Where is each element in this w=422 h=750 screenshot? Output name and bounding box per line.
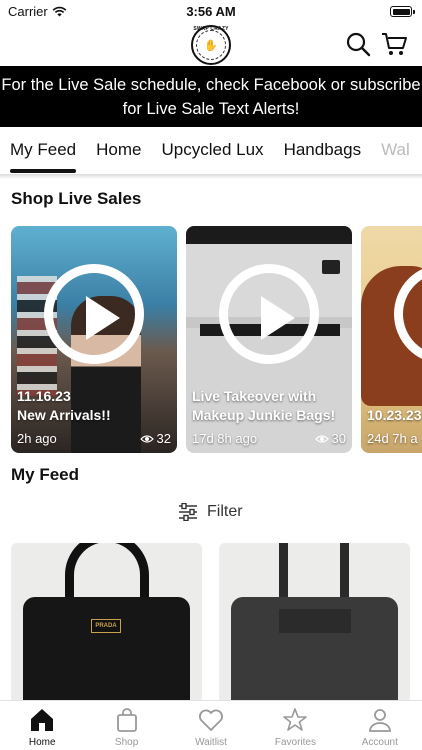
tab-upcycled-lux[interactable]: Upcycled Lux xyxy=(152,140,274,173)
heart-icon xyxy=(199,709,224,731)
live-sale-age: 24d 7h a xyxy=(367,431,418,446)
view-count-value: 30 xyxy=(331,431,346,446)
bag-graphic xyxy=(23,597,190,703)
tabbar-home[interactable]: Home xyxy=(0,701,84,750)
live-sales-carousel[interactable]: 11.16.23 New Arrivals!! 2h ago 32 Live T… xyxy=(11,226,422,453)
cart-icon[interactable] xyxy=(380,30,408,58)
tabbar-label: Waitlist xyxy=(195,737,227,748)
category-tabs: My Feed Home Upcycled Lux Handbags Wal xyxy=(0,127,422,175)
brand-plaque: PRADA xyxy=(91,619,121,633)
live-sale-meta: 2h ago 32 xyxy=(17,431,171,446)
live-sale-title: 11.16.23 New Arrivals!! xyxy=(17,387,171,425)
tabbar-label: Favorites xyxy=(274,737,316,748)
tabs-divider xyxy=(0,175,422,179)
bottom-tab-bar: Home Shop Waitlist Favorites Account xyxy=(0,700,422,750)
tabbar-account[interactable]: Account xyxy=(338,701,422,750)
tabbar-favorites[interactable]: Favorites xyxy=(253,701,337,750)
tabbar-label: Shop xyxy=(114,737,139,748)
filter-label: Filter xyxy=(207,503,243,520)
live-sale-meta: 24d 7h a xyxy=(367,431,422,446)
app-header: SWAP CRAZY ✋ xyxy=(0,24,422,66)
product-card[interactable] xyxy=(219,543,410,703)
status-bar: Carrier 3:56 AM xyxy=(0,0,422,24)
view-count: 32 xyxy=(139,431,171,446)
live-sale-card[interactable]: 11.16.23 New Arrivals!! 2h ago 32 xyxy=(11,226,177,453)
battery-icon xyxy=(390,6,415,17)
tab-my-feed[interactable]: My Feed xyxy=(0,140,86,173)
live-sale-title: Live Takeover with Makeup Junkie Bags! xyxy=(192,387,346,425)
logo-arc-text: SWAP CRAZY xyxy=(193,26,229,32)
bag-handle-graphic xyxy=(65,543,149,603)
live-sale-title-line1: Live Takeover with xyxy=(192,388,317,404)
live-sale-title-line2: 10.23.23 xyxy=(367,407,422,423)
view-count-value: 32 xyxy=(156,431,171,446)
live-sale-meta: 17d 8h ago 30 xyxy=(192,431,346,446)
bag-tag-graphic xyxy=(322,260,340,274)
live-sale-title-line1: 11.16.23 xyxy=(17,388,71,404)
eye-icon xyxy=(139,434,154,443)
status-time: 3:56 AM xyxy=(186,4,236,19)
section-title-live: Shop Live Sales xyxy=(11,189,142,208)
section-title-feed: My Feed xyxy=(11,465,80,484)
live-sale-card[interactable]: 10.23.23 24d 7h a xyxy=(361,226,422,453)
tab-handbags[interactable]: Handbags xyxy=(274,140,372,173)
live-sale-age: 17d 8h ago xyxy=(192,431,258,446)
tabbar-label: Account xyxy=(361,737,398,748)
sliders-icon xyxy=(179,503,197,521)
tabbar-waitlist[interactable]: Waitlist xyxy=(169,701,253,750)
filter-button[interactable]: Filter xyxy=(178,503,243,521)
live-sale-age: 2h ago xyxy=(17,431,57,446)
play-icon[interactable] xyxy=(44,264,144,364)
live-sale-title-line2: Makeup Junkie Bags! xyxy=(192,407,336,423)
star-icon xyxy=(283,708,308,731)
bag-strap-graphic xyxy=(279,609,351,633)
view-count: 30 xyxy=(314,431,346,446)
tabbar-label: Home xyxy=(28,737,56,748)
live-sale-banner[interactable]: For the Live Sale schedule, check Facebo… xyxy=(0,66,422,127)
tab-walk[interactable]: Wal xyxy=(371,140,420,173)
play-icon[interactable] xyxy=(219,264,319,364)
product-card[interactable]: PRADA xyxy=(11,543,202,703)
person-icon xyxy=(368,709,391,732)
tabbar-shop[interactable]: Shop xyxy=(84,701,168,750)
eye-icon xyxy=(314,434,329,443)
live-sale-card[interactable]: Live Takeover with Makeup Junkie Bags! 1… xyxy=(186,226,352,453)
live-sale-title: 10.23.23 xyxy=(367,406,422,425)
tab-home[interactable]: Home xyxy=(86,140,151,173)
search-icon[interactable] xyxy=(344,30,372,58)
bag-handle-graphic xyxy=(279,543,349,603)
home-icon xyxy=(31,709,54,731)
banner-text: For the Live Sale schedule, check Facebo… xyxy=(1,76,421,118)
brand-logo[interactable]: SWAP CRAZY ✋ xyxy=(191,25,231,65)
bag-icon xyxy=(116,708,137,732)
logo-emblem: ✋ xyxy=(196,30,226,60)
live-sale-title-line2: New Arrivals!! xyxy=(17,407,111,423)
